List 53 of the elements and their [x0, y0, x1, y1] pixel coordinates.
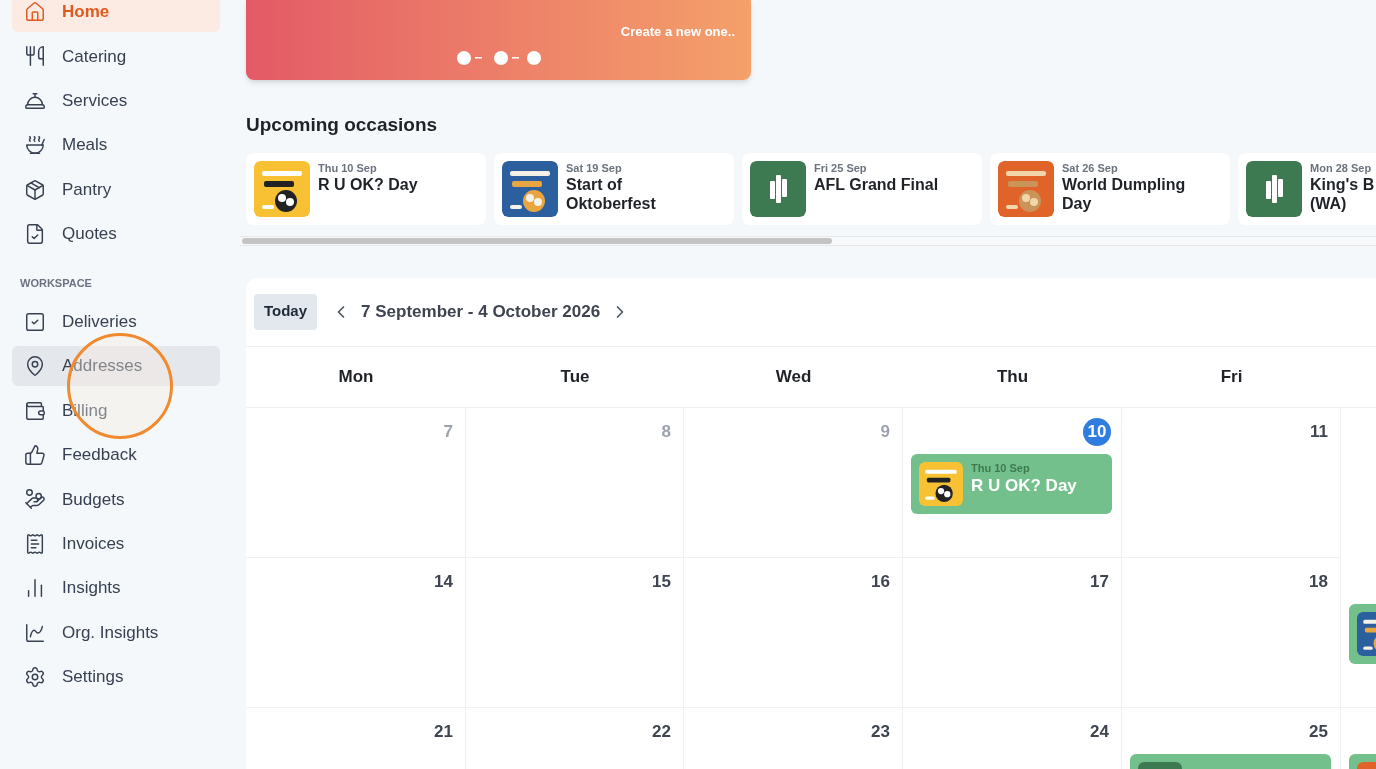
- occasion-date: Sat 26 Sep: [1062, 160, 1118, 175]
- event-title: R U OK? Day: [971, 475, 1077, 497]
- occasion-card[interactable]: Sat 19 Sep Start of Oktoberfest: [494, 152, 734, 225]
- occasion-title: AFL Grand Final: [814, 174, 939, 194]
- day-number: 16: [871, 570, 890, 593]
- sidebar-item[interactable]: Invoices: [12, 523, 220, 564]
- sidebar-item[interactable]: Meals: [12, 125, 220, 166]
- sidebar-item[interactable]: Catering: [12, 36, 220, 77]
- date-range: 7 September - 4 October 2026: [361, 300, 601, 323]
- section-title: Upcoming occasions: [246, 113, 438, 137]
- weekday-label: Thu: [996, 365, 1029, 388]
- day-number: 22: [652, 720, 671, 743]
- weekday-label: Fri: [1220, 365, 1243, 388]
- today-button[interactable]: Today: [254, 293, 318, 330]
- occasion-date: Sat 19 Sep: [566, 160, 622, 175]
- sidebar-item[interactable]: Services: [12, 80, 220, 121]
- occasion-title: World Dumpling Day: [1062, 174, 1187, 213]
- day-number: 25: [1309, 720, 1328, 743]
- occasion-card[interactable]: Mon 28 Sep King's B (WA): [1238, 152, 1376, 225]
- sidebar-item[interactable]: Quotes: [12, 213, 220, 254]
- day-number: 24: [1090, 720, 1109, 743]
- day-number: 14: [434, 570, 453, 593]
- occasion-card[interactable]: Sat 26 Sep World Dumpling Day: [990, 152, 1230, 225]
- day-number: 18: [1309, 570, 1328, 593]
- weekday-label: Wed: [775, 365, 812, 388]
- sidebar-item[interactable]: Insights: [12, 568, 220, 609]
- occasion-card[interactable]: Thu 10 Sep R U OK? Day: [246, 152, 486, 225]
- day-number: 8: [661, 420, 671, 443]
- occasion-title: R U OK? Day: [318, 174, 418, 194]
- day-number: 15: [652, 570, 671, 593]
- weekday-label: Mon: [338, 365, 374, 388]
- sidebar-item[interactable]: Budgets: [12, 479, 220, 520]
- occasion-title: Start of Oktoberfest: [566, 174, 657, 213]
- occasion-date: Mon 28 Sep: [1310, 160, 1372, 175]
- day-number: 9: [880, 420, 890, 443]
- occasion-date: Thu 10 Sep: [318, 160, 377, 175]
- weekday-label: Tue: [560, 365, 590, 388]
- day-number: 10: [1083, 417, 1111, 446]
- sidebar-item[interactable]: Org. Insights: [12, 612, 220, 653]
- sidebar-item[interactable]: Settings: [12, 656, 220, 697]
- sidebar-item[interactable]: Feedback: [12, 435, 220, 475]
- occasion-date: Fri 25 Sep: [814, 160, 867, 175]
- day-number: 21: [434, 720, 453, 743]
- day-number: 11: [1310, 420, 1328, 443]
- occasion-title: King's B (WA): [1310, 174, 1375, 213]
- sidebar-item[interactable]: Deliveries: [12, 301, 220, 342]
- occasion-card[interactable]: Fri 25 Sep AFL Grand Final: [742, 152, 982, 225]
- day-number: 23: [871, 720, 890, 743]
- day-number: 7: [443, 420, 453, 443]
- section-heading: WORKSPACE: [19, 275, 93, 291]
- event-date: Thu 10 Sep: [971, 461, 1031, 476]
- sidebar-item[interactable]: Pantry: [12, 169, 220, 210]
- day-number: 17: [1090, 570, 1109, 593]
